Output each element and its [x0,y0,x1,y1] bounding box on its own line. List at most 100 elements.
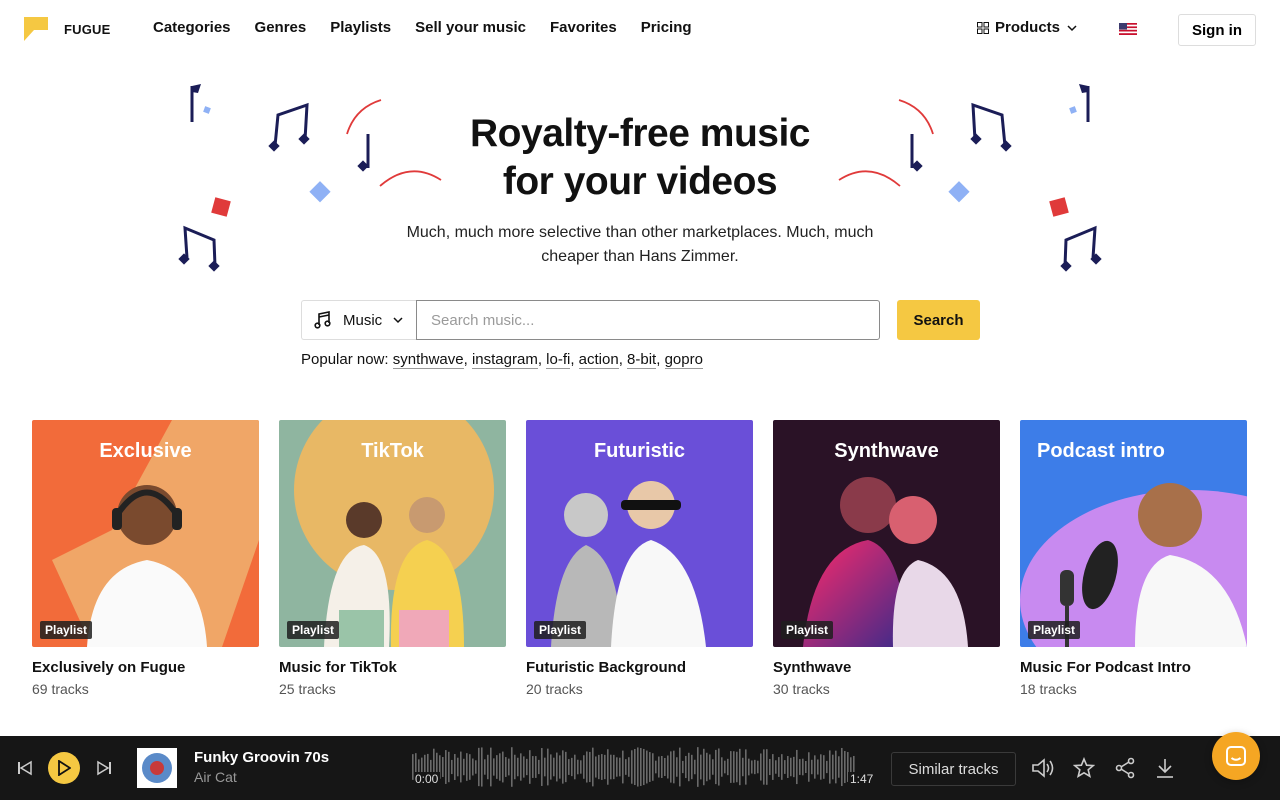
nav-link-genres[interactable]: Genres [255,19,307,36]
waveform-bar [520,753,522,781]
playlist-card[interactable]: Synthwave Playlist Synthwave 30 tracks [773,420,1000,697]
playlist-card[interactable]: TikTok Playlist Music for TikTok 25 trac… [279,420,506,697]
waveform-bar [448,751,450,783]
popular-tag-action[interactable]: action [578,351,619,369]
popular-tag-8-bit[interactable]: 8-bit [627,351,657,369]
search-type-select[interactable]: Music [301,300,417,340]
waveform-bar [562,750,564,784]
waveform-bar [457,757,459,777]
playlist-card[interactable]: Exclusive Playlist Exclusively on Fugue … [32,420,259,697]
waveform-bar [451,759,453,775]
time-total: 1:47 [848,772,874,786]
waveform-bar [586,751,588,783]
waveform-bar [817,759,819,775]
playlist-title: Music For Podcast Intro [1020,659,1191,676]
waveform[interactable] [412,746,857,788]
previous-track-icon[interactable] [17,760,33,776]
chat-button[interactable] [1212,732,1260,780]
waveform-bar [595,756,597,778]
hero-title: Royalty-free music for your videos [340,110,940,206]
search-button[interactable]: Search [897,300,980,340]
playlist-image: Futuristic Playlist [526,420,753,647]
hero-subtitle: Much, much more selective than other mar… [406,224,874,265]
playlist-title: Exclusively on Fugue [32,659,186,676]
download-icon[interactable] [1154,757,1176,779]
waveform-bar [685,755,687,779]
nav-link-favorites[interactable]: Favorites [550,19,617,36]
waveform-bar [529,750,531,784]
waveform-bar [622,750,624,784]
waveform-bar [526,758,528,776]
nav-link-playlists[interactable]: Playlists [330,19,391,36]
waveform-bar [805,760,807,774]
waveform-bar [760,753,762,781]
track-cover [137,748,177,788]
nav-link-pricing[interactable]: Pricing [641,19,692,36]
playlist-image-title: Podcast intro [1037,440,1165,462]
waveform-bar [619,757,621,777]
popular-tag-lo-fi[interactable]: lo-fi [546,351,571,369]
nav-link-categories[interactable]: Categories [153,19,231,36]
waveform-bar [475,760,477,774]
waveform-bar [757,760,759,774]
next-track-icon[interactable] [96,760,112,776]
waveform-bar [616,757,618,777]
waveform-bar [649,752,651,782]
logo[interactable]: FUGUE [24,17,111,41]
waveform-bar [661,755,663,779]
playlist-card[interactable]: Futuristic Playlist Futuristic Backgroun… [526,420,753,697]
waveform-bar [676,757,678,777]
track-artist[interactable]: Air Cat [194,769,237,785]
popular-tag-instagram[interactable]: instagram [471,351,538,369]
waveform-bar [823,755,825,779]
waveform-bar [484,759,486,775]
hero-title-line-1: Royalty-free music [470,112,810,155]
waveform-bar [697,747,699,787]
waveform-bar [775,760,777,774]
waveform-bar [799,759,801,775]
brand-name: FUGUE [64,21,111,37]
products-menu[interactable]: Products [977,19,1078,36]
search-type-label: Music [343,311,383,329]
waveform-bar [736,751,738,783]
chevron-down-icon [393,317,403,324]
waveform-bar [499,753,501,781]
playlist-track-count: 69 tracks [32,681,89,697]
waveform-bar [613,754,615,780]
playlist-track-count: 30 tracks [773,681,830,697]
share-icon[interactable] [1114,757,1136,779]
star-icon[interactable] [1073,757,1095,779]
playlist-image: Podcast intro Playlist [1020,420,1247,647]
waveform-bar [712,759,714,775]
volume-icon[interactable] [1031,757,1055,779]
us-flag-icon[interactable] [1119,23,1137,35]
waveform-bar [445,750,447,784]
waveform-bar [745,749,747,785]
waveform-bar [655,760,657,774]
waveform-bar [718,748,720,786]
popular-tag-gopro[interactable]: gopro [664,351,703,369]
waveform-bar [796,749,798,785]
sign-in-button[interactable]: Sign in [1178,14,1256,46]
nav-link-sell-your-music[interactable]: Sell your music [415,19,526,36]
waveform-bar [832,754,834,780]
waveform-bar [604,754,606,780]
waveform-bar [694,759,696,775]
waveform-bar [631,750,633,784]
search-input[interactable] [416,300,880,340]
waveform-bar [478,747,480,787]
popular-tag-synthwave[interactable]: synthwave [392,351,464,369]
waveform-bar [700,754,702,780]
playlist-card[interactable]: Podcast intro Playlist Music For Podcast… [1020,420,1247,697]
similar-tracks-button[interactable]: Similar tracks [891,752,1016,786]
album-art [137,748,177,788]
waveform-bar [508,758,510,776]
playlist-image-title: Synthwave [834,440,939,462]
popular-searches: Popular now: synthwave, instagram, lo-fi… [301,351,703,369]
waveform-bar [442,757,444,777]
waveform-bar [838,756,840,778]
play-button[interactable] [48,752,80,784]
playlist-badge: Playlist [781,621,834,639]
waveform-bar [496,755,498,779]
waveform-bar [772,754,774,780]
